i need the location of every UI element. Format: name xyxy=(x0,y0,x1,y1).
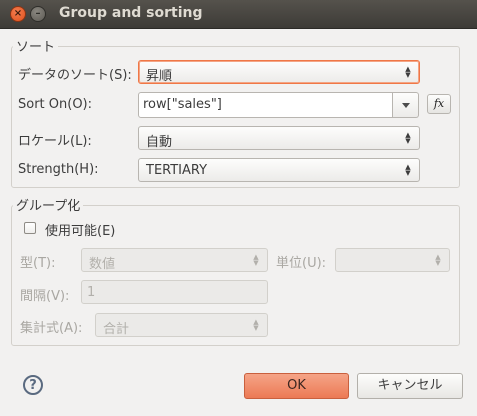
sort-on-dropdown-button[interactable] xyxy=(393,92,419,118)
updown-arrows-icon: ▲ ▼ xyxy=(253,253,259,267)
updown-arrows-icon: ▲ ▼ xyxy=(405,131,411,145)
aggregate-value: 合計 xyxy=(103,322,130,337)
sort-on-value: row["sales"] xyxy=(143,97,222,112)
help-icon[interactable]: ? xyxy=(23,375,43,395)
strength-select[interactable]: TERTIARY ▲ ▼ xyxy=(138,158,420,182)
strength-label: Strength(H): xyxy=(18,162,99,177)
fx-icon: fx xyxy=(433,97,445,110)
updown-arrows-icon: ▲ ▼ xyxy=(435,253,441,267)
sort-direction-value: 昇順 xyxy=(146,69,173,84)
close-window-icon[interactable]: × xyxy=(10,6,26,22)
grouping-section-label: グループ化 xyxy=(13,195,84,214)
ok-button[interactable]: OK xyxy=(244,373,349,399)
locale-select[interactable]: 自動 ▲ ▼ xyxy=(138,126,420,150)
aggregate-label: 集計式(A): xyxy=(20,321,83,336)
group-type-label: 型(T): xyxy=(20,256,56,271)
group-unit-label: 単位(U): xyxy=(276,256,327,271)
strength-value: TERTIARY xyxy=(146,163,208,178)
cancel-button[interactable]: キャンセル xyxy=(357,373,463,399)
enable-grouping-checkbox[interactable] xyxy=(24,222,36,234)
sort-on-input[interactable]: row["sales"] xyxy=(138,92,393,118)
sort-direction-select[interactable]: 昇順 ▲ ▼ xyxy=(138,60,420,84)
window-title: Group and sorting xyxy=(59,5,203,21)
updown-arrows-icon: ▲ ▼ xyxy=(405,65,411,79)
expression-builder-button[interactable]: fx xyxy=(427,94,451,114)
minimize-window-icon[interactable]: – xyxy=(30,6,46,22)
updown-arrows-icon: ▲ ▼ xyxy=(253,318,259,332)
group-unit-select[interactable]: ▲ ▼ xyxy=(335,248,450,272)
chevron-down-icon xyxy=(402,103,410,108)
group-type-value: 数値 xyxy=(89,257,116,272)
sort-direction-label: データのソート(S): xyxy=(18,68,132,83)
aggregate-select[interactable]: 合計 ▲ ▼ xyxy=(95,313,268,337)
sort-on-label: Sort On(O): xyxy=(18,97,93,112)
locale-label: ロケール(L): xyxy=(18,134,92,149)
locale-value: 自動 xyxy=(146,135,173,150)
sort-section-label: ソート xyxy=(13,36,59,55)
group-type-select[interactable]: 数値 ▲ ▼ xyxy=(81,248,268,272)
title-bar: × – Group and sorting xyxy=(0,0,477,29)
updown-arrows-icon: ▲ ▼ xyxy=(405,163,411,177)
enable-grouping-label[interactable]: 使用可能(E) xyxy=(45,220,115,239)
group-interval-label: 間隔(V): xyxy=(20,289,70,304)
group-interval-input[interactable]: 1 xyxy=(81,280,268,304)
group-interval-value: 1 xyxy=(87,285,96,300)
